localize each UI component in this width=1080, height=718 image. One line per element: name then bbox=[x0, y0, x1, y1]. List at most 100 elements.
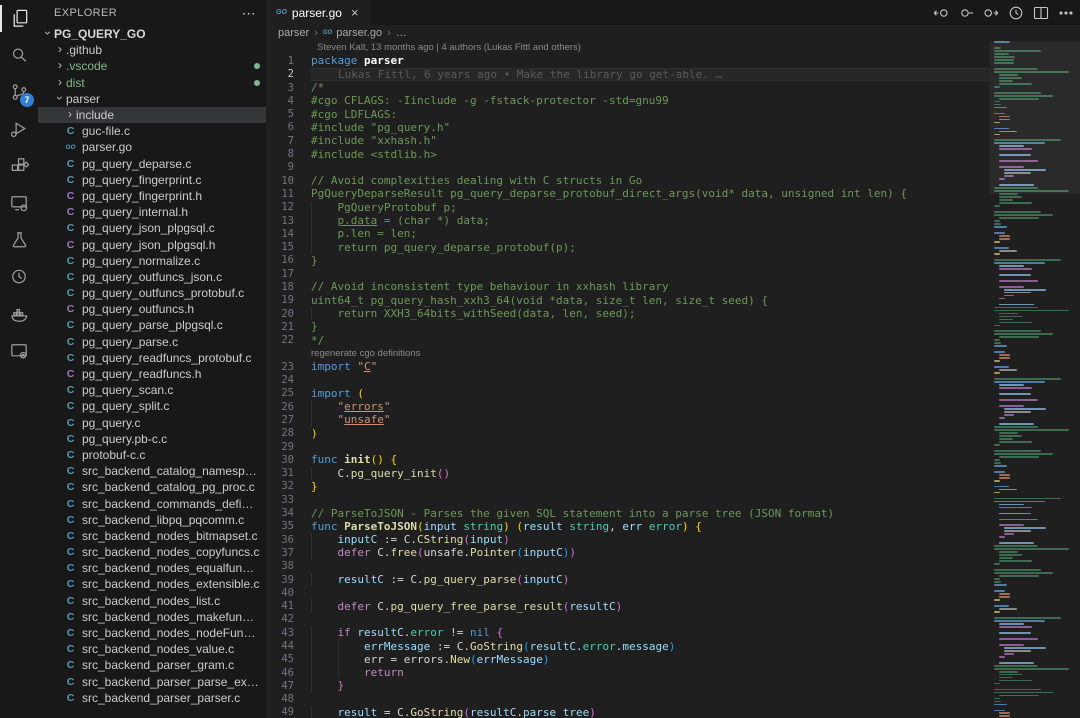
code-line-49[interactable]: 49result = C.GoString(resultC.parse_tree… bbox=[266, 706, 990, 718]
line-number[interactable]: 29 bbox=[266, 441, 294, 453]
tree-item-parser[interactable]: ›parser bbox=[38, 91, 266, 107]
code-line-12[interactable]: 12PgQueryProtobuf p; bbox=[266, 201, 990, 214]
remote-explorer-icon[interactable] bbox=[0, 185, 38, 222]
line-number[interactable]: 6 bbox=[266, 121, 294, 133]
code-line-28[interactable]: 28) bbox=[266, 427, 990, 440]
code-line-14[interactable]: 14p.len = len; bbox=[266, 227, 990, 240]
explorer-more-actions-icon[interactable]: ⋯ bbox=[242, 8, 256, 18]
code-line-30[interactable]: 30func init() { bbox=[266, 453, 990, 466]
code-line-19[interactable]: 19uint64_t pg_query_hash_xxh3_64(void *d… bbox=[266, 294, 990, 307]
code-line-15[interactable]: 15return pg_query_deparse_protobuf(p); bbox=[266, 240, 990, 253]
tree-item-src-backend-commands-define-c[interactable]: Csrc_backend_commands_define.c bbox=[38, 495, 266, 511]
code-line-17[interactable]: 17 bbox=[266, 267, 990, 280]
line-number[interactable]: 37 bbox=[266, 547, 294, 559]
code-line-44[interactable]: 44errMessage := C.GoString(resultC.error… bbox=[266, 639, 990, 652]
line-number[interactable]: 24 bbox=[266, 374, 294, 386]
code-line-40[interactable]: 40 bbox=[266, 586, 990, 599]
line-number[interactable]: 8 bbox=[266, 148, 294, 160]
code-editor[interactable]: Steven Kalt, 13 months ago | 4 authors (… bbox=[266, 41, 990, 718]
tree-item-src-backend-catalog-namespace-c[interactable]: Csrc_backend_catalog_namespace.c bbox=[38, 463, 266, 479]
tree-item-src-backend-parser-parser-c[interactable]: Csrc_backend_parser_parser.c bbox=[38, 690, 266, 706]
line-number[interactable]: 1 bbox=[266, 55, 294, 67]
tree-item-pg-query-outfuncs-h[interactable]: Cpg_query_outfuncs.h bbox=[38, 301, 266, 317]
tree-item-src-backend-nodes-copyfuncs-c[interactable]: Csrc_backend_nodes_copyfuncs.c bbox=[38, 544, 266, 560]
tree-item-pg-query-split-c[interactable]: Cpg_query_split.c bbox=[38, 398, 266, 414]
tree-item-protobuf-c-c[interactable]: Cprotobuf-c.c bbox=[38, 447, 266, 463]
line-number[interactable]: 34 bbox=[266, 507, 294, 519]
extensions-icon[interactable] bbox=[0, 148, 38, 185]
code-line-9[interactable]: 9 bbox=[266, 161, 990, 174]
more-actions-icon[interactable] bbox=[1058, 5, 1074, 21]
tree-item-src-backend-nodes-makefuncs-c[interactable]: Csrc_backend_nodes_makefuncs.c bbox=[38, 609, 266, 625]
line-number[interactable]: 17 bbox=[266, 268, 294, 280]
tree-item-pg-query-deparse-c[interactable]: Cpg_query_deparse.c bbox=[38, 156, 266, 172]
explorer-icon[interactable] bbox=[0, 0, 38, 37]
code-line-39[interactable]: 39resultC := C.pg_query_parse(inputC) bbox=[266, 573, 990, 586]
tree-item-pg-query-json-plpgsql-h[interactable]: Cpg_query_json_plpgsql.h bbox=[38, 236, 266, 252]
line-number[interactable]: 35 bbox=[266, 520, 294, 532]
line-number[interactable]: 19 bbox=[266, 294, 294, 306]
line-number[interactable]: 45 bbox=[266, 653, 294, 665]
codelens[interactable]: Steven Kalt, 13 months ago | 4 authors (… bbox=[266, 41, 990, 54]
code-line-34[interactable]: 34// ParseToJSON - Parses the given SQL … bbox=[266, 506, 990, 519]
tree-item-src-backend-catalog-pg-proc-c[interactable]: Csrc_backend_catalog_pg_proc.c bbox=[38, 479, 266, 495]
line-number[interactable]: 31 bbox=[266, 467, 294, 479]
line-number[interactable]: 22 bbox=[266, 334, 294, 346]
code-line-31[interactable]: 31C.pg_query_init() bbox=[266, 467, 990, 480]
minimap[interactable] bbox=[990, 41, 1080, 718]
tree-item-pg-query-readfuncs-protobuf-c[interactable]: Cpg_query_readfuncs_protobuf.c bbox=[38, 350, 266, 366]
code-line-46[interactable]: 46return bbox=[266, 666, 990, 679]
code-line-33[interactable]: 33 bbox=[266, 493, 990, 506]
code-line-4[interactable]: 4#cgo CFLAGS: -Iinclude -g -fstack-prote… bbox=[266, 94, 990, 107]
tree-item-src-backend-parser-gram-c[interactable]: Csrc_backend_parser_gram.c bbox=[38, 657, 266, 673]
code-line-16[interactable]: 16} bbox=[266, 254, 990, 267]
line-number[interactable]: 41 bbox=[266, 600, 294, 612]
tree-item-src-backend-nodes-bitmapset-c[interactable]: Csrc_backend_nodes_bitmapset.c bbox=[38, 528, 266, 544]
tree-item-include[interactable]: ›include bbox=[38, 107, 266, 123]
line-number[interactable]: 20 bbox=[266, 308, 294, 320]
tree-item-pg-query-go[interactable]: ›PG_QUERY_GO bbox=[38, 26, 266, 42]
breadcrumb[interactable]: parser›GOparser.go›… bbox=[266, 25, 1080, 41]
tree-item-pg-query-readfuncs-h[interactable]: Cpg_query_readfuncs.h bbox=[38, 366, 266, 382]
code-line-23[interactable]: 23import "C" bbox=[266, 360, 990, 373]
code-line-10[interactable]: 10// Avoid complexities dealing with C s… bbox=[266, 174, 990, 187]
line-number[interactable]: 5 bbox=[266, 108, 294, 120]
tree-item-src-backend-parser-parse-expr-c[interactable]: Csrc_backend_parser_parse_expr.c bbox=[38, 674, 266, 690]
code-line-35[interactable]: 35func ParseToJSON(input string) (result… bbox=[266, 520, 990, 533]
testing-icon[interactable] bbox=[0, 222, 38, 259]
line-number[interactable]: 16 bbox=[266, 254, 294, 266]
docker-icon[interactable] bbox=[0, 296, 38, 333]
line-number[interactable]: 43 bbox=[266, 627, 294, 639]
tree-item--github[interactable]: ›.github bbox=[38, 42, 266, 58]
line-number[interactable]: 21 bbox=[266, 321, 294, 333]
code-line-47[interactable]: 47} bbox=[266, 679, 990, 692]
line-number[interactable]: 10 bbox=[266, 175, 294, 187]
code-line-11[interactable]: 11PgQueryDeparseResult pg_query_deparse_… bbox=[266, 187, 990, 200]
code-line-6[interactable]: 6#include "pg_query.h" bbox=[266, 121, 990, 134]
line-number[interactable]: 9 bbox=[266, 161, 294, 173]
code-line-18[interactable]: 18// Avoid inconsistent type behaviour i… bbox=[266, 280, 990, 293]
line-number[interactable]: 18 bbox=[266, 281, 294, 293]
code-line-20[interactable]: 20return XXH3_64bits_withSeed(data, len,… bbox=[266, 307, 990, 320]
tree-item-pg-query-internal-h[interactable]: Cpg_query_internal.h bbox=[38, 204, 266, 220]
tree-item-src-backend-nodes-extensible-c[interactable]: Csrc_backend_nodes_extensible.c bbox=[38, 576, 266, 592]
tree-item-pg-query-scan-c[interactable]: Cpg_query_scan.c bbox=[38, 382, 266, 398]
tree-item-pg-query-fingerprint-h[interactable]: Cpg_query_fingerprint.h bbox=[38, 188, 266, 204]
breadcrumb-item[interactable]: … bbox=[396, 27, 407, 39]
line-number[interactable]: 32 bbox=[266, 480, 294, 492]
tree-item-parser-go[interactable]: GOparser.go bbox=[38, 139, 266, 155]
line-number[interactable]: 44 bbox=[266, 640, 294, 652]
line-number[interactable]: 26 bbox=[266, 401, 294, 413]
line-number[interactable]: 30 bbox=[266, 454, 294, 466]
line-number[interactable]: 42 bbox=[266, 613, 294, 625]
line-number[interactable]: 48 bbox=[266, 693, 294, 705]
tree-item--vscode[interactable]: ›.vscode bbox=[38, 58, 266, 74]
line-number[interactable]: 36 bbox=[266, 534, 294, 546]
code-line-8[interactable]: 8#include <stdlib.h> bbox=[266, 147, 990, 160]
line-number[interactable]: 25 bbox=[266, 387, 294, 399]
code-line-5[interactable]: 5#cgo LDFLAGS: bbox=[266, 107, 990, 120]
search-icon[interactable] bbox=[0, 37, 38, 74]
line-number[interactable]: 14 bbox=[266, 228, 294, 240]
code-line-38[interactable]: 38 bbox=[266, 560, 990, 573]
gitlens-file-history-icon[interactable] bbox=[1008, 5, 1024, 21]
